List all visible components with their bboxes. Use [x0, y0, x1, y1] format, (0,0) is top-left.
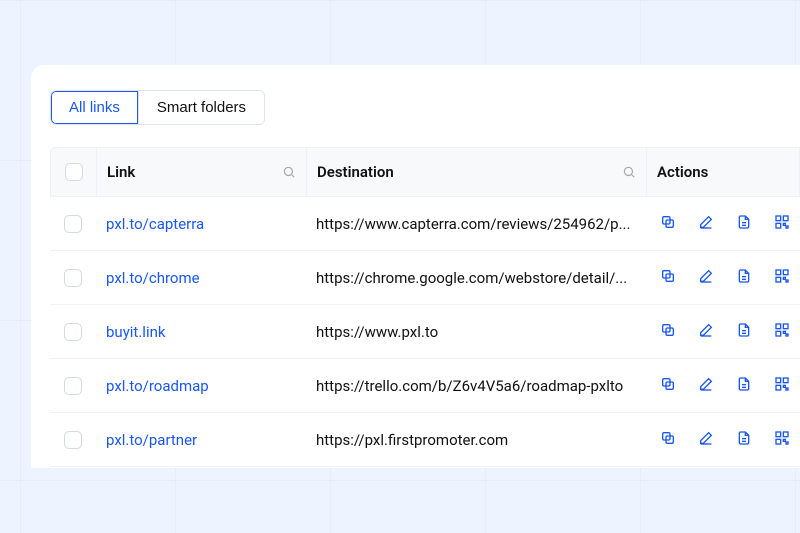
table-row: pxl.to/roadmaphttps://trello.com/b/Z6v4V… [50, 359, 800, 413]
row-destination: https://trello.com/b/Z6v4V5a6/roadmap-px… [306, 377, 646, 395]
search-icon [622, 165, 636, 179]
copy-icon[interactable] [660, 376, 676, 396]
row-actions [646, 322, 800, 342]
row-destination: https://www.pxl.to [306, 323, 646, 341]
table-row: pxl.to/partnerhttps://pxl.firstpromoter.… [50, 413, 800, 467]
view-tabs: All links Smart folders [50, 90, 265, 125]
copy-icon[interactable] [660, 214, 676, 234]
header-select-all [51, 148, 97, 196]
row-link[interactable]: pxl.to/capterra [96, 215, 306, 233]
row-actions [646, 268, 800, 288]
qr-icon[interactable] [774, 214, 790, 234]
qr-icon[interactable] [774, 322, 790, 342]
edit-icon[interactable] [698, 322, 714, 342]
row-checkbox[interactable] [64, 431, 82, 449]
copy-icon[interactable] [660, 322, 676, 342]
table-header: Link Destination Actions [50, 147, 800, 197]
row-checkbox[interactable] [64, 269, 82, 287]
header-link-label: Link [107, 163, 135, 181]
qr-icon[interactable] [774, 268, 790, 288]
links-table: Link Destination Actions pxl.to/capterra… [50, 147, 800, 467]
row-actions [646, 214, 800, 234]
row-checkbox[interactable] [64, 323, 82, 341]
qr-icon[interactable] [774, 430, 790, 450]
edit-icon[interactable] [698, 268, 714, 288]
copy-icon[interactable] [660, 268, 676, 288]
search-icon [282, 165, 296, 179]
edit-icon[interactable] [698, 430, 714, 450]
file-icon[interactable] [736, 268, 752, 288]
tab-smart-folders[interactable]: Smart folders [138, 91, 264, 124]
table-row: buyit.linkhttps://www.pxl.to [50, 305, 800, 359]
copy-icon[interactable] [660, 430, 676, 450]
row-checkbox[interactable] [64, 377, 82, 395]
row-link[interactable]: pxl.to/chrome [96, 269, 306, 287]
row-destination: https://www.capterra.com/reviews/254962/… [306, 215, 646, 233]
row-checkbox[interactable] [64, 215, 82, 233]
header-destination[interactable]: Destination [307, 148, 647, 196]
table-row: pxl.to/capterrahttps://www.capterra.com/… [50, 197, 800, 251]
row-destination: https://chrome.google.com/webstore/detai… [306, 269, 646, 287]
file-icon[interactable] [736, 430, 752, 450]
edit-icon[interactable] [698, 214, 714, 234]
file-icon[interactable] [736, 322, 752, 342]
file-icon[interactable] [736, 214, 752, 234]
row-actions [646, 376, 800, 396]
header-destination-label: Destination [317, 163, 394, 181]
table-row: pxl.to/chromehttps://chrome.google.com/w… [50, 251, 800, 305]
edit-icon[interactable] [698, 376, 714, 396]
select-all-checkbox[interactable] [65, 163, 83, 181]
header-actions-label: Actions [657, 163, 708, 181]
tab-all-links[interactable]: All links [51, 91, 138, 124]
row-destination: https://pxl.firstpromoter.com [306, 431, 646, 449]
row-link[interactable]: buyit.link [96, 323, 306, 341]
file-icon[interactable] [736, 376, 752, 396]
header-link[interactable]: Link [97, 148, 307, 196]
row-actions [646, 430, 800, 450]
row-link[interactable]: pxl.to/partner [96, 431, 306, 449]
header-actions: Actions [647, 148, 799, 196]
row-link[interactable]: pxl.to/roadmap [96, 377, 306, 395]
qr-icon[interactable] [774, 376, 790, 396]
links-panel: All links Smart folders Link Destination… [32, 66, 800, 467]
